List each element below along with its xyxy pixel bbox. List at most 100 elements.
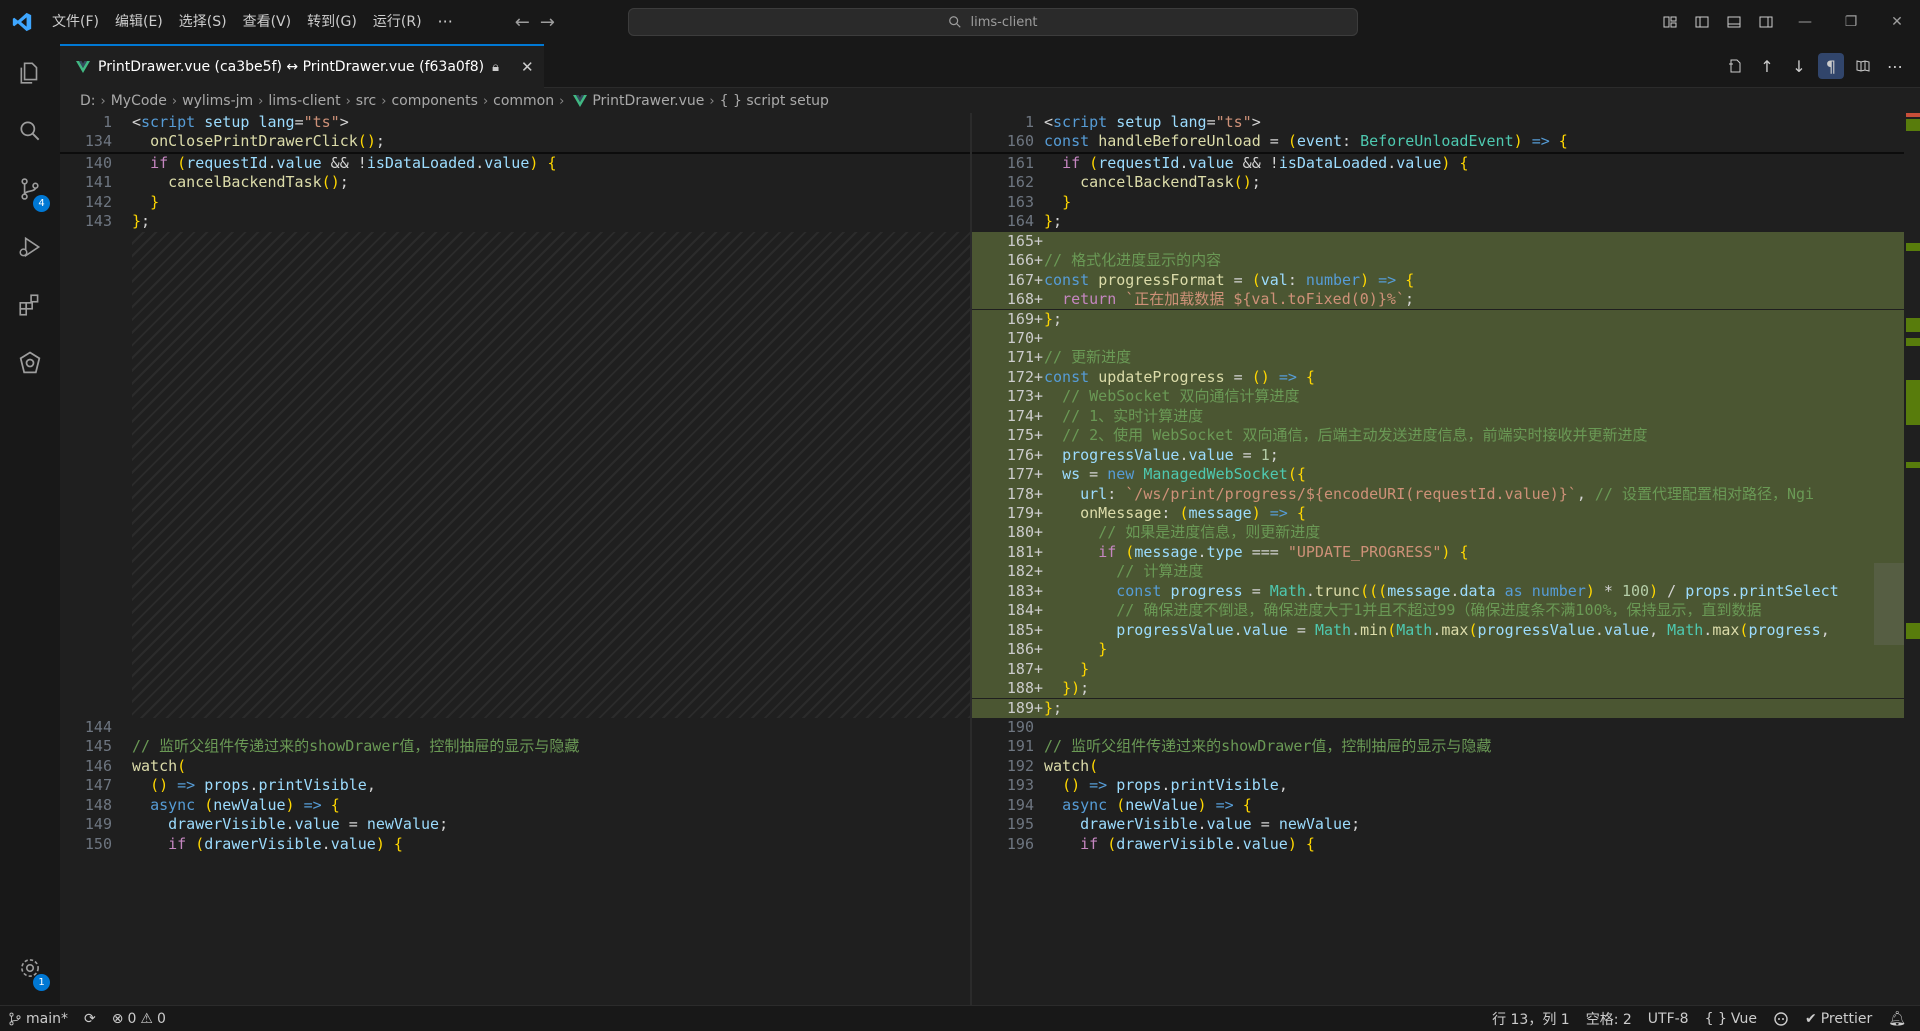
code-line[interactable]: 146 watch( — [60, 757, 970, 776]
breadcrumb-item[interactable]: components — [391, 93, 478, 109]
settings-gear-icon[interactable]: 1 — [0, 939, 60, 997]
toggle-primary-sidebar-icon[interactable] — [1686, 0, 1718, 44]
prettier-indicator[interactable]: ✔ Prettier — [1797, 1006, 1880, 1031]
breadcrumb-item[interactable]: { } script setup — [720, 93, 829, 109]
code-line[interactable]: 191 // 监听父组件传递过来的showDrawer值，控制抽屉的显示与隐藏 — [972, 737, 1920, 756]
search-icon[interactable] — [0, 102, 60, 160]
close-tab-icon[interactable]: ✕ — [521, 58, 534, 76]
code-line[interactable]: 148 async (newValue) => { — [60, 796, 970, 815]
code-line[interactable]: 170 + — [972, 328, 1920, 349]
code-line[interactable]: 141 cancelBackendTask(); — [60, 173, 970, 192]
code-line[interactable]: 184 + // 确保进度不倒退，确保进度大于1并且不超过99（确保进度条不满10… — [972, 601, 1920, 621]
code-line[interactable]: 1 <script setup lang="ts"> — [972, 113, 1920, 132]
next-change-icon[interactable]: ↓ — [1786, 53, 1812, 79]
code-line[interactable]: 167 + const progressFormat = (val: number)… — [972, 270, 1920, 291]
code-line[interactable]: 190 — [972, 718, 1920, 737]
breadcrumb-item[interactable]: common — [493, 93, 554, 109]
code-line[interactable]: 1 <script setup lang="ts"> — [60, 113, 970, 132]
breadcrumb-item[interactable]: D: — [80, 93, 96, 109]
code-line[interactable]: 143}; — [60, 212, 970, 231]
code-line[interactable]: 189 +}; — [972, 698, 1920, 718]
code-line[interactable]: 147 () => props.printVisible, — [60, 776, 970, 795]
extensions-icon[interactable] — [0, 276, 60, 334]
code-line[interactable]: 192 watch( — [972, 757, 1920, 776]
code-line[interactable]: 186 + } — [972, 640, 1920, 660]
code-line[interactable]: 178 + url: `/ws/print/progress/${encodeUR… — [972, 484, 1920, 504]
cursor-position[interactable]: 行 13，列 1 — [1484, 1006, 1578, 1031]
code-line[interactable]: 194 async (newValue) => { — [972, 796, 1920, 815]
code-line[interactable]: 162 cancelBackendTask(); — [972, 173, 1920, 192]
indentation[interactable]: 空格: 2 — [1578, 1006, 1640, 1031]
toggle-panel-icon[interactable] — [1718, 0, 1750, 44]
code-line[interactable]: 183 + const progress = Math.trunc(((messa… — [972, 581, 1920, 602]
code-line[interactable]: 140 if (requestId.value && !isDataLoaded… — [60, 154, 970, 173]
menu-item[interactable]: 转到(G) — [299, 0, 365, 44]
forward-arrow-icon[interactable]: → — [540, 12, 555, 33]
menu-item[interactable]: 选择(S) — [171, 0, 235, 44]
code-line[interactable]: 193 () => props.printVisible, — [972, 776, 1920, 795]
remote-icon[interactable] — [0, 334, 60, 392]
code-line[interactable]: 149 drawerVisible.value = newValue; — [60, 815, 970, 834]
notifications-bell-icon[interactable]: 🔔︎ — [1880, 1006, 1914, 1031]
menu-item[interactable]: 文件(F) — [44, 0, 107, 44]
restore-window-icon[interactable]: ❐ — [1828, 0, 1874, 44]
breadcrumb-item[interactable]: lims-client — [268, 93, 340, 109]
more-menu-icon[interactable]: ··· — [430, 0, 461, 44]
branch-indicator[interactable]: main* — [0, 1006, 76, 1031]
breadcrumb-item[interactable]: src — [356, 93, 376, 109]
explorer-icon[interactable] — [0, 44, 60, 102]
more-actions-icon[interactable]: ⋯ — [1882, 53, 1908, 79]
menu-item[interactable]: 编辑(E) — [107, 0, 171, 44]
tab-printdrawer-diff[interactable]: PrintDrawer.vue (ca3be5f) ↔ PrintDrawer.… — [60, 44, 544, 88]
code-line[interactable]: 180 + // 如果是进度信息，则更新进度 — [972, 523, 1920, 543]
code-line[interactable]: 181 + if (message.type === "UPDATE_PROGRE… — [972, 542, 1920, 563]
run-debug-icon[interactable] — [0, 218, 60, 276]
code-line[interactable]: 176 + progressValue.value = 1; — [972, 445, 1920, 466]
code-line[interactable]: 166 +// 格式化进度显示的内容 — [972, 251, 1920, 271]
menu-item[interactable]: 查看(V) — [235, 0, 300, 44]
code-line[interactable]: 179 + onMessage: (message) => { — [972, 504, 1920, 524]
inline-view-icon[interactable] — [1850, 53, 1876, 79]
language-mode[interactable]: { } Vue — [1697, 1006, 1765, 1031]
code-line[interactable]: 172 + const updateProgress = () => { — [972, 367, 1920, 388]
copilot-icon[interactable] — [1765, 1006, 1797, 1031]
show-whitespace-icon[interactable]: ¶ — [1818, 53, 1844, 79]
command-center-search[interactable]: lims-client — [628, 8, 1358, 36]
menu-item[interactable]: 运行(R) — [365, 0, 430, 44]
breadcrumb-item[interactable]: MyCode — [111, 93, 167, 109]
code-line[interactable]: 175 + // 2、使用 WebSocket 双向通信，后端主动发送进度信息，前… — [972, 426, 1920, 446]
encoding[interactable]: UTF-8 — [1640, 1006, 1697, 1031]
code-line[interactable]: 165 + — [972, 231, 1920, 252]
diff-original-pane[interactable]: 1 <script setup lang="ts"> 134 onClosePrin… — [60, 113, 970, 1005]
code-line[interactable]: 177 + ws = new ManagedWebSocket({ — [972, 465, 1920, 485]
code-line[interactable]: 161 if (requestId.value && !isDataLoaded… — [972, 154, 1920, 173]
breadcrumb-item[interactable]: PrintDrawer.vue — [592, 93, 704, 109]
code-line[interactable]: 174 + // 1、实时计算进度 — [972, 406, 1920, 427]
code-line[interactable]: 150 if (drawerVisible.value) { — [60, 835, 970, 854]
open-file-icon[interactable] — [1722, 53, 1748, 79]
code-line[interactable]: 196 if (drawerVisible.value) { — [972, 835, 1920, 854]
code-line[interactable]: 144 — [60, 718, 970, 737]
source-control-icon[interactable]: 4 — [0, 160, 60, 218]
diff-modified-pane[interactable]: 1 <script setup lang="ts"> 160 const handle… — [972, 113, 1920, 1005]
code-line[interactable]: 164}; — [972, 212, 1920, 231]
toggle-secondary-sidebar-icon[interactable] — [1750, 0, 1782, 44]
close-window-icon[interactable]: ✕ — [1874, 0, 1920, 44]
code-line[interactable]: 187 + } — [972, 659, 1920, 680]
code-line[interactable]: 163 } — [972, 193, 1920, 212]
code-line[interactable]: 171 +// 更新进度 — [972, 348, 1920, 368]
minimize-window-icon[interactable]: — — [1782, 0, 1828, 44]
code-line[interactable]: 134 onClosePrintDrawerClick(); — [60, 132, 970, 151]
code-line[interactable]: 182 + // 计算进度 — [972, 562, 1920, 582]
code-line[interactable]: 169 +}; — [972, 309, 1920, 329]
code-line[interactable]: 145 // 监听父组件传递过来的showDrawer值，控制抽屉的显示与隐藏 — [60, 737, 970, 756]
code-line[interactable]: 188 + }); — [972, 679, 1920, 699]
code-line[interactable]: 160 const handleBeforeUnload = (event: Be… — [972, 132, 1920, 151]
sync-icon[interactable]: ⟳ — [76, 1006, 104, 1031]
problems-indicator[interactable]: ⊗ 0 ⚠ 0 — [104, 1006, 174, 1031]
code-line[interactable]: 168 + return `正在加载数据 ${val.toFixed(0)}%`; — [972, 290, 1920, 310]
code-line[interactable]: 185 + progressValue.value = Math.min(Math… — [972, 620, 1920, 641]
back-arrow-icon[interactable]: ← — [515, 12, 530, 33]
previous-change-icon[interactable]: ↑ — [1754, 53, 1780, 79]
customize-layout-icon[interactable] — [1654, 0, 1686, 44]
